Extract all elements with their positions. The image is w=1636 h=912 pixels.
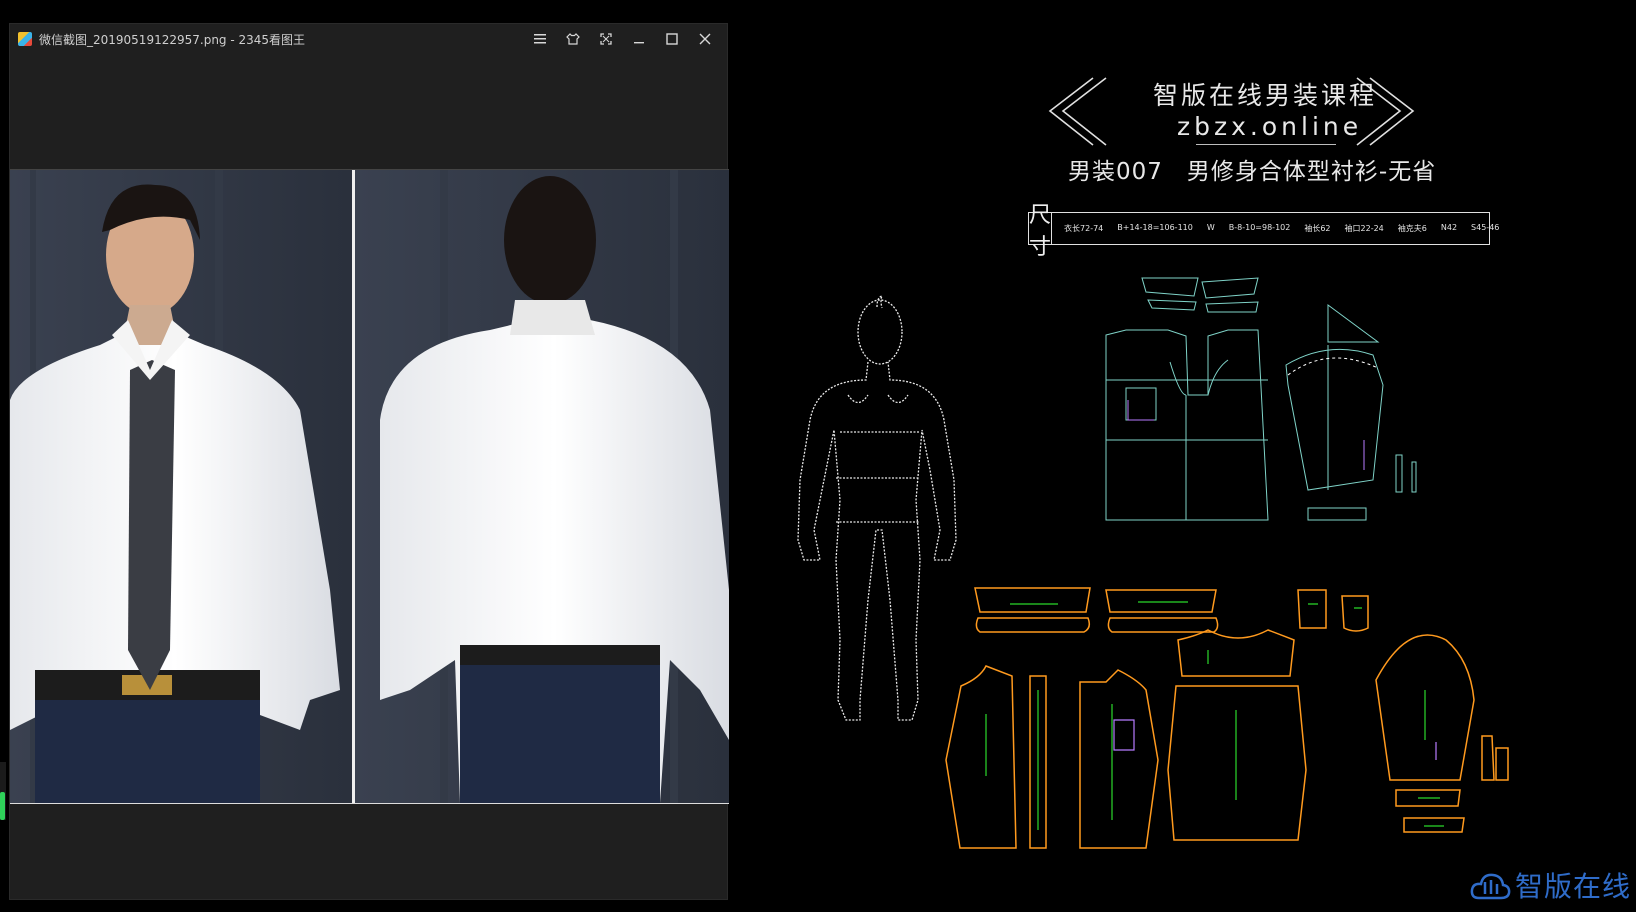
size-item: 衣长72-74 [1064, 224, 1104, 233]
pattern-accents [1113, 719, 1437, 760]
course-series-title: 智版在线男装课程 [1153, 81, 1378, 110]
size-spec-table: 尺寸 衣长72-74 B+14-18=106-110 W B-8-10=98-1… [1028, 202, 1499, 260]
title-bar[interactable]: 微信截图_20190519122957.png - 2345看图王 [10, 24, 727, 54]
shirt-photo-illustration [10, 170, 729, 803]
draft-markers [1287, 357, 1379, 376]
fullscreen-icon[interactable] [589, 24, 622, 54]
menu-icon[interactable] [523, 24, 556, 54]
pattern-pieces [945, 587, 1509, 849]
size-item: N42 [1440, 223, 1458, 232]
window-title: 微信截图_20190519122957.png - 2345看图王 [39, 32, 306, 47]
size-items: 衣长72-74 B+14-18=106-110 W B-8-10=98-102 … [1052, 223, 1499, 234]
cad-pattern-sheet: 智版在线男装课程 zbzx.online 男装007 男修身合体型衬衫-无省 尺… [728, 0, 1636, 912]
course-name: 男装007 男修身合体型衬衫-无省 [1068, 159, 1437, 185]
skin-icon[interactable] [556, 24, 589, 54]
brand-watermark: 智版在线 [1469, 865, 1631, 905]
draft-accents [1127, 400, 1365, 470]
window-controls [523, 24, 721, 54]
size-item: 袖口22-24 [1344, 224, 1384, 233]
cloud-logo-icon [1470, 873, 1511, 900]
size-item: 袖克夫6 [1397, 224, 1427, 233]
size-item: B-8-10=98-102 [1228, 223, 1291, 232]
maximize-icon[interactable] [655, 24, 688, 54]
course-site: zbzx.online [1177, 112, 1363, 141]
photo-divider [352, 170, 355, 803]
shirt-photo [10, 169, 729, 804]
minimize-icon[interactable] [622, 24, 655, 54]
body-figure [797, 295, 957, 721]
app-logo-icon [18, 32, 32, 46]
image-viewer-window: 微信截图_20190519122957.png - 2345看图王 [9, 23, 729, 900]
draft-drawing [1105, 277, 1417, 521]
header-rule [1196, 144, 1336, 145]
scroll-indicator[interactable] [0, 762, 6, 820]
size-label: 尺寸 [1029, 202, 1053, 260]
size-item: W [1206, 223, 1215, 232]
size-item: B+14-18=106-110 [1117, 223, 1193, 232]
size-item: S45-46 [1471, 223, 1500, 232]
size-item: 袖长62 [1304, 224, 1331, 233]
close-icon[interactable] [688, 24, 721, 54]
brand-text: 智版在线 [1515, 870, 1632, 903]
header-left-chevron [1048, 77, 1107, 146]
